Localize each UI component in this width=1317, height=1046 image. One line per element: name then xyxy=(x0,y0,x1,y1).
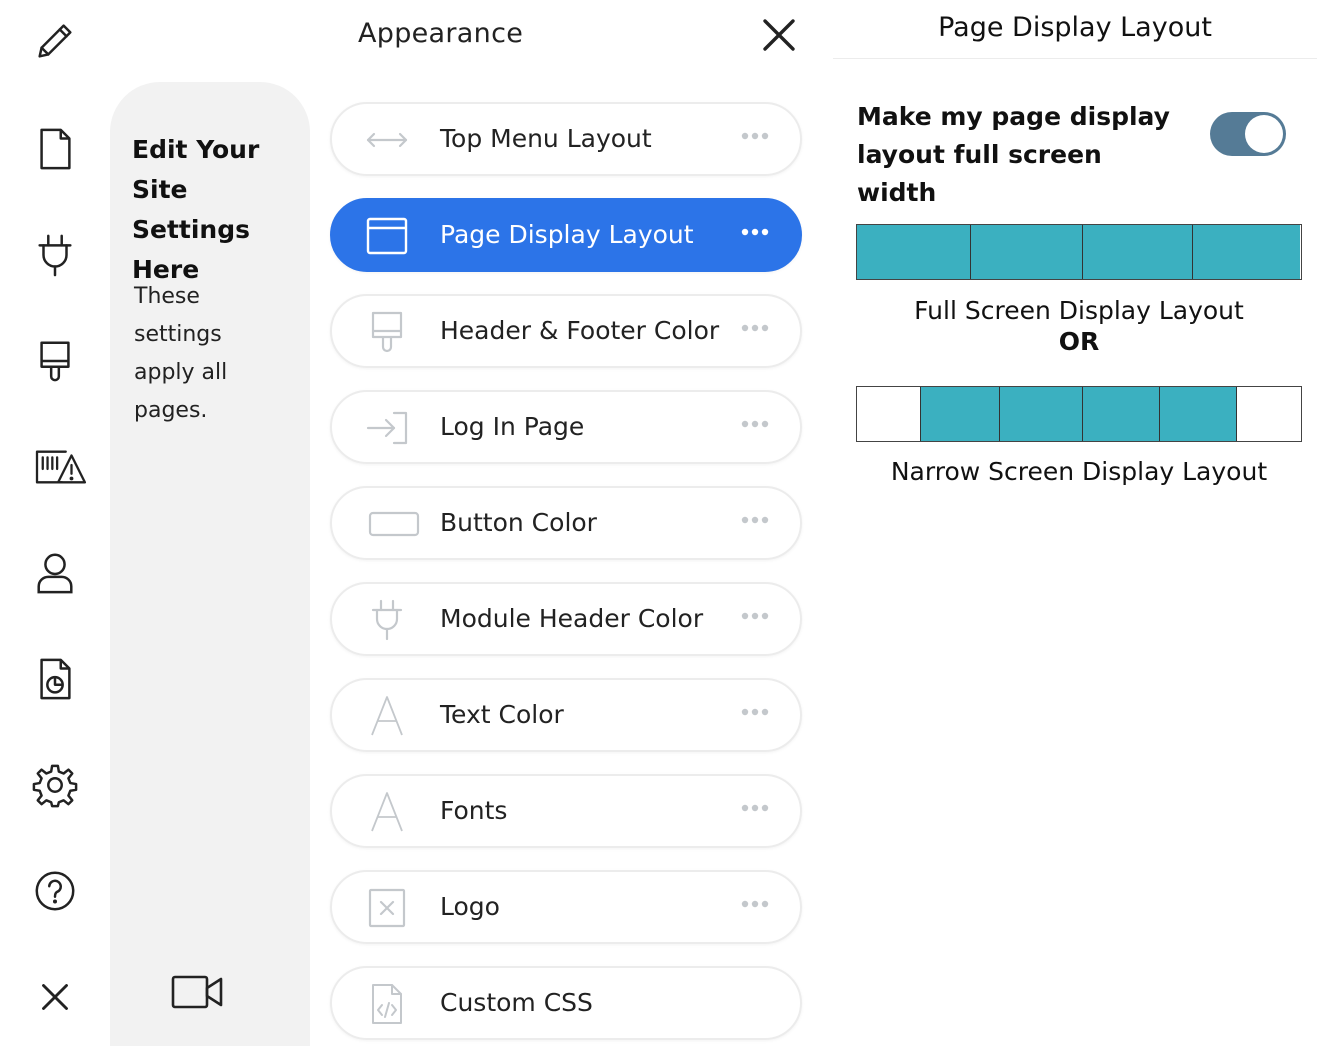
info-title: Edit Your Site Settings Here xyxy=(132,135,260,284)
menu-item-label: Header & Footer Color xyxy=(440,316,720,345)
menu-item-button-color[interactable]: Button Color xyxy=(330,486,802,560)
button-shape-icon xyxy=(368,503,420,545)
plug-icon xyxy=(364,599,410,641)
more-options-icon[interactable] xyxy=(740,226,770,238)
menu-item-label: Top Menu Layout xyxy=(440,124,652,153)
menu-title: Appearance xyxy=(358,18,524,49)
full-screen-layout-preview xyxy=(856,224,1302,280)
menu-item-top-menu-layout[interactable]: Top Menu Layout xyxy=(330,102,802,176)
menu-item-module-header-color[interactable]: Module Header Color xyxy=(330,582,802,656)
letter-a-icon xyxy=(364,695,410,737)
more-options-icon[interactable] xyxy=(740,130,770,142)
icon-rail xyxy=(0,0,110,1046)
menu-item-label: Log In Page xyxy=(440,412,585,441)
menu-item-label: Module Header Color xyxy=(440,604,704,633)
menu-item-label: Page Display Layout xyxy=(440,220,694,249)
menu-item-label: Custom CSS xyxy=(440,988,593,1017)
info-panel: Edit Your Site Settings Here These setti… xyxy=(110,82,310,1046)
menu-item-label: Button Color xyxy=(440,508,597,537)
help-icon[interactable] xyxy=(30,866,80,916)
menu-item-page-display-layout[interactable]: Page Display Layout xyxy=(330,198,802,272)
menu-item-fonts[interactable]: Fonts xyxy=(330,774,802,848)
layout-margin xyxy=(857,387,921,441)
report-chart-icon[interactable] xyxy=(30,654,80,704)
letter-a-icon xyxy=(364,791,410,833)
narrow-screen-caption: Narrow Screen Display Layout xyxy=(890,457,1268,486)
barcode-alert-icon[interactable] xyxy=(30,442,90,492)
user-icon[interactable] xyxy=(30,548,80,598)
video-camera-icon[interactable] xyxy=(170,972,224,1012)
more-options-icon[interactable] xyxy=(740,802,770,814)
paint-brush-icon[interactable] xyxy=(30,336,80,386)
paint-brush-icon xyxy=(364,311,410,353)
layout-cell xyxy=(921,387,1000,441)
app-frame: Edit Your Site Settings Here These setti… xyxy=(0,0,1317,1046)
panel-title: Page Display Layout xyxy=(833,0,1317,59)
browser-window-icon xyxy=(364,215,410,257)
login-icon xyxy=(364,407,410,449)
more-options-icon[interactable] xyxy=(740,706,770,718)
layout-cell xyxy=(1160,387,1237,441)
full-width-toggle[interactable] xyxy=(1210,112,1286,156)
more-options-icon[interactable] xyxy=(740,898,770,910)
full-width-question: Make my page display layout full screen … xyxy=(857,102,1170,207)
layout-cell xyxy=(1000,387,1083,441)
horizontal-arrows-icon xyxy=(364,119,410,161)
layout-cell xyxy=(971,225,1083,279)
layout-cell xyxy=(1083,387,1160,441)
menu-item-header-footer-color[interactable]: Header & Footer Color xyxy=(330,294,802,368)
more-options-icon[interactable] xyxy=(740,322,770,334)
full-screen-caption: Full Screen Display Layout xyxy=(914,296,1244,325)
code-file-icon xyxy=(364,983,410,1025)
menu-item-custom-css[interactable]: Custom CSS xyxy=(330,966,802,1040)
narrow-screen-layout-preview xyxy=(856,386,1302,442)
menu-item-label: Logo xyxy=(440,892,500,921)
layout-margin xyxy=(1237,387,1300,441)
menu-item-log-in-page[interactable]: Log In Page xyxy=(330,390,802,464)
menu-item-label: Text Color xyxy=(440,700,564,729)
more-options-icon[interactable] xyxy=(740,418,770,430)
menu-close-icon[interactable] xyxy=(758,14,800,56)
layout-cell xyxy=(1083,225,1193,279)
menu-item-text-color[interactable]: Text Color xyxy=(330,678,802,752)
layout-cell xyxy=(1193,225,1300,279)
more-options-icon[interactable] xyxy=(740,514,770,526)
toggle-knob xyxy=(1245,115,1283,153)
or-label: OR xyxy=(1058,327,1100,356)
info-text: These settings apply all pages. xyxy=(134,284,228,423)
plug-icon[interactable] xyxy=(30,230,80,280)
pencil-icon[interactable] xyxy=(30,16,80,66)
gear-icon[interactable] xyxy=(30,760,80,810)
close-icon[interactable] xyxy=(30,972,80,1022)
more-options-icon[interactable] xyxy=(740,610,770,622)
image-placeholder-icon xyxy=(364,887,410,929)
menu-item-logo[interactable]: Logo xyxy=(330,870,802,944)
layout-cell xyxy=(857,225,971,279)
page-icon[interactable] xyxy=(30,124,80,174)
menu-item-label: Fonts xyxy=(440,796,508,825)
